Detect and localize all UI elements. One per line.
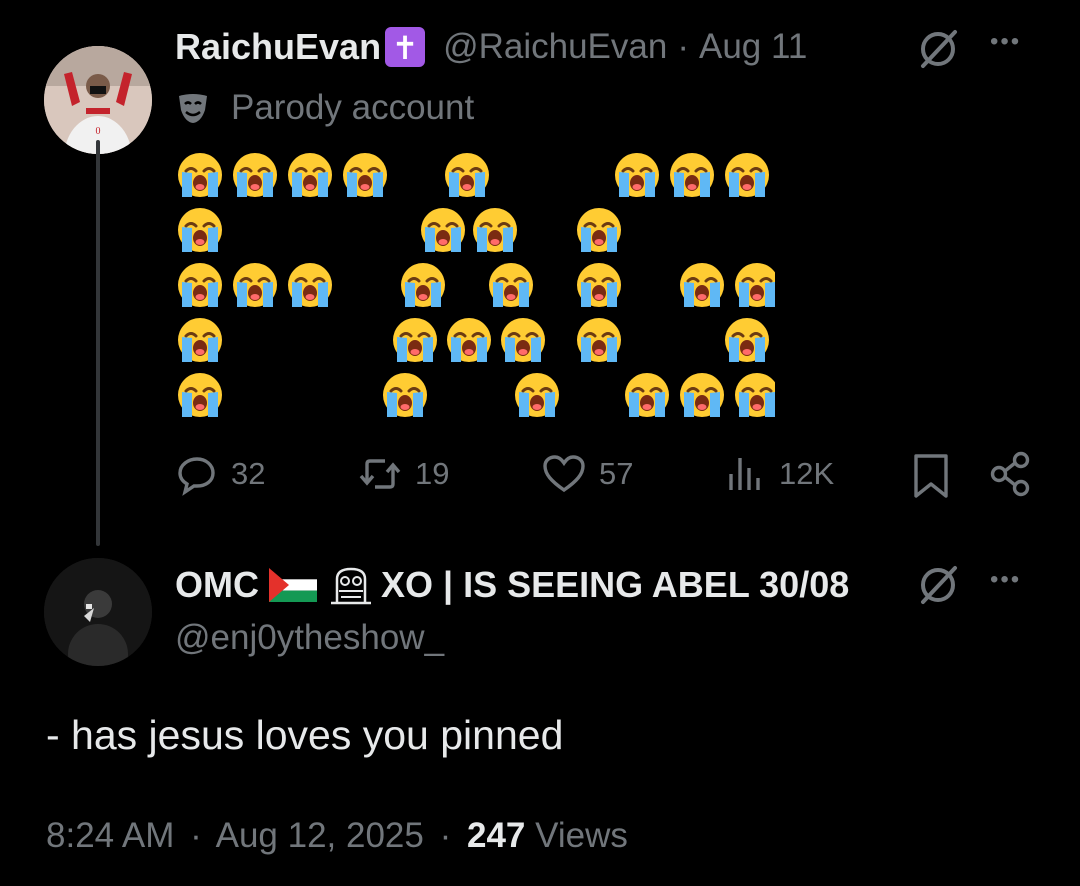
loudly-crying-face-icon (577, 208, 621, 252)
owl-icon (331, 567, 371, 605)
loudly-crying-face-icon (445, 153, 489, 197)
loudly-crying-face-icon (577, 263, 621, 307)
loudly-crying-face-icon (421, 208, 465, 252)
views-button[interactable]: 12K (723, 452, 834, 496)
views-count: 12K (779, 456, 835, 491)
loudly-crying-face-icon (680, 263, 724, 307)
loudly-crying-face-icon (383, 373, 427, 417)
loudly-crying-face-icon (401, 263, 445, 307)
share-icon (990, 451, 1030, 497)
loudly-crying-face-icon (725, 153, 769, 197)
loudly-crying-face-icon (515, 373, 559, 417)
action-bar: 32 19 57 12K (175, 448, 1035, 498)
loudly-crying-face-icon (725, 318, 769, 362)
theater-mask-icon (179, 94, 207, 123)
parody-label: Parody account (175, 88, 474, 128)
handle[interactable]: @RaichuEvan (443, 27, 667, 67)
palestine-flag-icon (269, 568, 317, 602)
analytics-icon (729, 458, 760, 490)
grok-slash-icon[interactable] (915, 26, 961, 77)
avatar-omc[interactable] (44, 558, 152, 666)
post-time[interactable]: 8:24 AM (46, 816, 174, 855)
avatar-image: 0 (44, 46, 152, 154)
loudly-crying-face-icon (233, 263, 277, 307)
repost-button[interactable]: 19 (357, 452, 449, 496)
grok-slash-icon[interactable] (915, 562, 961, 613)
views-label: Views (535, 816, 628, 855)
loudly-crying-face-icon (447, 318, 491, 362)
post-metadata: 8:24 AM · Aug 12, 2025 · 247 Views (46, 816, 628, 856)
parody-account-text: Parody account (231, 88, 475, 127)
reply-button[interactable]: 32 (175, 452, 265, 496)
loudly-crying-face-icon (735, 263, 779, 307)
loudly-crying-face-icon (233, 153, 277, 197)
repost-count: 19 (415, 456, 450, 491)
more-options-icon[interactable]: ••• (990, 566, 1021, 594)
loudly-crying-face-icon (178, 318, 222, 362)
reply-handle[interactable]: @enj0ytheshow_ (175, 618, 444, 658)
avatar-raichuevan[interactable]: 0 (44, 46, 152, 154)
crying-emoji-grid (178, 153, 779, 417)
views-count: 247 (466, 816, 526, 855)
share-button[interactable] (987, 450, 1035, 503)
cross-badge-icon: ✝ (385, 27, 426, 67)
name-suffix[interactable]: XO | IS SEEING ABEL 30/08 (381, 564, 849, 606)
loudly-crying-face-icon (178, 208, 222, 252)
loudly-crying-face-icon (473, 208, 517, 252)
loudly-crying-face-icon (625, 373, 669, 417)
loudly-crying-face-icon (615, 153, 659, 197)
display-name[interactable]: OMC (175, 564, 259, 606)
loudly-crying-face-icon (393, 318, 437, 362)
loudly-crying-face-icon (735, 373, 779, 417)
loudly-crying-face-icon (343, 153, 387, 197)
bookmark-icon (914, 454, 948, 498)
post-date[interactable]: Aug 11 (699, 27, 807, 67)
separator-dot: · (677, 27, 689, 66)
loudly-crying-face-icon (288, 153, 332, 197)
loudly-crying-face-icon (577, 318, 621, 362)
reply-header: OMC XO | IS SEEING ABEL 30/08 (175, 560, 849, 610)
like-count: 57 (599, 456, 634, 491)
display-name[interactable]: RaichuEvan (175, 26, 381, 68)
thread-connector-line (96, 140, 100, 546)
loudly-crying-face-icon (178, 263, 222, 307)
reply-text: - has jesus loves you pinned (46, 712, 564, 758)
svg-text:0: 0 (96, 126, 101, 137)
avatar-image (44, 558, 152, 666)
separator-dot: · (190, 816, 202, 855)
more-options-icon[interactable]: ••• (990, 28, 1021, 56)
separator-dot: · (439, 816, 452, 855)
heart-icon (543, 455, 585, 493)
post-date[interactable]: Aug 12, 2025 (216, 816, 424, 855)
emoji-art (175, 150, 779, 420)
loudly-crying-face-icon (489, 263, 533, 307)
loudly-crying-face-icon (178, 373, 222, 417)
loudly-crying-face-icon (670, 153, 714, 197)
loudly-crying-face-icon (501, 318, 545, 362)
reply-count: 32 (231, 456, 266, 491)
like-button[interactable]: 57 (541, 452, 633, 496)
loudly-crying-face-icon (178, 153, 222, 197)
post-header: RaichuEvan ✝ @RaichuEvan · Aug 11 (175, 22, 807, 72)
reply-icon (178, 457, 215, 496)
repost-icon (359, 459, 401, 489)
loudly-crying-face-icon (288, 263, 332, 307)
loudly-crying-face-icon (680, 373, 724, 417)
bookmark-button[interactable] (909, 452, 953, 505)
